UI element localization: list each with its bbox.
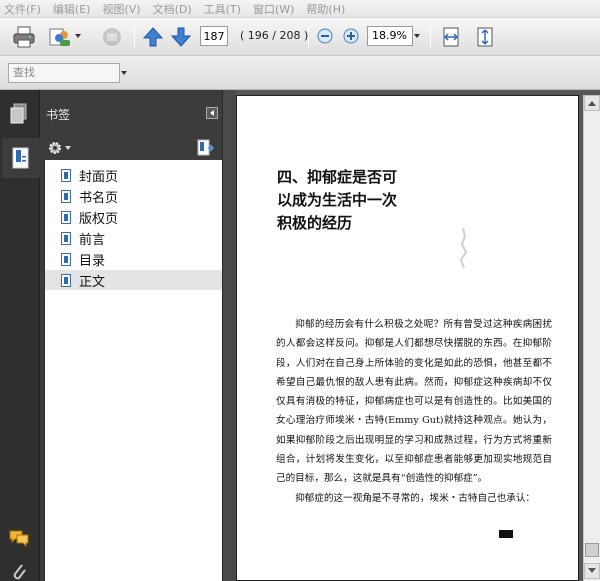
fit-width-button[interactable]	[438, 24, 464, 50]
bookmark-item[interactable]: 版权页	[45, 207, 223, 227]
new-bookmark-button[interactable]	[194, 138, 216, 158]
document-page: 四、抑郁症是否可 以成为生活中一次 积极的经历 抑郁的经历会有什么积极之处呢？所…	[236, 95, 579, 581]
chevron-down-icon	[121, 71, 127, 75]
body-text: 抑郁的经历会有什么积极之处呢？所有曾受过这种疾病困扰的人都会这样反问。抑郁是人们…	[276, 315, 552, 508]
fit-width-icon	[443, 27, 459, 47]
zoom-out-button[interactable]	[316, 27, 334, 45]
bookmark-label: 书名页	[79, 190, 119, 206]
bookmark-label: 正文	[79, 274, 106, 290]
toolbar-separator	[430, 26, 431, 48]
share-button[interactable]	[98, 24, 126, 50]
chevron-down-icon	[75, 34, 81, 38]
vertical-scrollbar[interactable]	[583, 95, 600, 581]
find-toolbar: 查找	[0, 56, 600, 90]
find-input[interactable]: 查找	[8, 63, 120, 83]
bookmark-label: 目录	[79, 253, 106, 269]
chevron-down-icon	[588, 568, 596, 573]
arrow-down-icon	[170, 27, 192, 47]
paragraph: 抑郁的经历会有什么积极之处呢？所有曾受过这种疾病困扰的人都会这样反问。抑郁是人们…	[276, 319, 552, 485]
bookmark-item[interactable]: 封面页	[45, 165, 223, 185]
bookmark-icon	[61, 252, 71, 266]
toolbar: ( 196 / 208 ) 18.9%	[0, 18, 600, 56]
bookmarks-panel: 书签 封面页 书名页 版权页 前言 目录 正文	[40, 90, 223, 581]
bookmark-label: 版权页	[79, 211, 119, 227]
printer-icon	[13, 26, 35, 48]
bookmarks-panel-button[interactable]	[2, 138, 40, 178]
bookmark-item[interactable]: 前言	[45, 228, 223, 248]
bookmark-icon	[61, 273, 71, 287]
panel-title: 书签	[46, 108, 71, 122]
print-button[interactable]	[10, 24, 38, 50]
panel-tools	[40, 136, 222, 160]
menu-view[interactable]: 视图(V)	[102, 1, 140, 17]
bookmark-icon	[61, 231, 71, 245]
navigation-rail	[0, 90, 40, 581]
scroll-down-button[interactable]	[584, 563, 600, 579]
bookmark-tree: 封面页 书名页 版权页 前言 目录 正文	[44, 160, 223, 581]
bookmark-item[interactable]: 书名页	[45, 186, 223, 206]
menu-tools[interactable]: 工具(T)	[204, 1, 241, 17]
pages-panel-button[interactable]	[4, 98, 34, 130]
collaborate-icon	[49, 28, 70, 46]
bookmark-item[interactable]: 目录	[45, 249, 223, 269]
section-heading: 四、抑郁症是否可 以成为生活中一次 积极的经历	[277, 166, 477, 235]
collapse-panel-button[interactable]	[206, 107, 218, 119]
collaborate-button[interactable]	[46, 24, 74, 50]
fit-page-icon	[477, 27, 493, 47]
bookmark-item-selected[interactable]: 正文	[45, 270, 223, 290]
zoom-level-field[interactable]: 18.9%	[367, 26, 413, 46]
scroll-thumb[interactable]	[585, 543, 599, 557]
zoom-out-icon	[317, 28, 333, 44]
menu-edit[interactable]: 编辑(E)	[53, 1, 91, 17]
pages-icon	[10, 103, 27, 124]
page-count: ( 196 / 208 )	[240, 29, 309, 42]
chevron-down-icon	[414, 34, 420, 38]
page-stamp	[499, 530, 513, 538]
heading-line: 积极的经历	[277, 214, 353, 232]
menu-document[interactable]: 文档(D)	[153, 1, 192, 17]
bookmark-icon	[61, 210, 71, 224]
scan-mark	[459, 227, 468, 269]
options-button[interactable]	[46, 139, 72, 157]
arrow-up-icon	[142, 27, 164, 47]
document-view: 四、抑郁症是否可 以成为生活中一次 积极的经历 抑郁的经历会有什么积极之处呢？所…	[236, 90, 600, 581]
panel-header: 书签	[40, 90, 222, 136]
menu-file[interactable]: 文件(F)	[4, 1, 41, 17]
bookmark-icon	[61, 189, 71, 203]
gear-icon	[49, 142, 61, 154]
bookmark-icon	[61, 168, 71, 182]
new-bookmark-icon	[197, 139, 214, 156]
bookmark-label: 前言	[79, 232, 106, 248]
zoom-dropdown[interactable]	[412, 32, 422, 40]
chevron-left-icon	[210, 110, 214, 116]
fit-page-button[interactable]	[472, 24, 498, 50]
menu-help[interactable]: 帮助(H)	[306, 1, 345, 17]
collaborate-dropdown[interactable]	[74, 32, 82, 40]
comments-panel-button[interactable]	[4, 522, 34, 554]
previous-page-button[interactable]	[140, 24, 166, 50]
paragraph: 抑郁症的这一视角是不寻常的，埃米・古特自己也承认：	[295, 492, 536, 504]
zoom-in-icon	[343, 28, 359, 44]
toolbar-separator	[134, 26, 135, 48]
bookmark-label: 封面页	[79, 169, 119, 185]
zoom-in-button[interactable]	[342, 27, 360, 45]
chevron-down-icon	[65, 146, 71, 150]
find-dropdown[interactable]	[120, 69, 128, 77]
share-icon	[103, 28, 121, 46]
next-page-button[interactable]	[168, 24, 194, 50]
bookmarks-icon	[12, 147, 29, 169]
menu-bar: 文件(F) 编辑(E) 视图(V) 文档(D) 工具(T) 窗口(W) 帮助(H…	[0, 0, 600, 18]
comments-icon	[9, 530, 29, 548]
attachments-panel-button[interactable]	[4, 556, 34, 581]
page-number-input[interactable]	[200, 26, 228, 46]
scroll-up-button[interactable]	[584, 95, 600, 111]
menu-window[interactable]: 窗口(W)	[253, 1, 294, 17]
heading-line: 以成为生活中一次	[277, 191, 398, 209]
panel-splitter[interactable]	[222, 90, 236, 581]
heading-line: 四、抑郁症是否可	[277, 168, 398, 186]
chevron-up-icon	[588, 101, 596, 106]
paperclip-icon	[13, 564, 26, 580]
toolbar-separator	[308, 26, 309, 48]
